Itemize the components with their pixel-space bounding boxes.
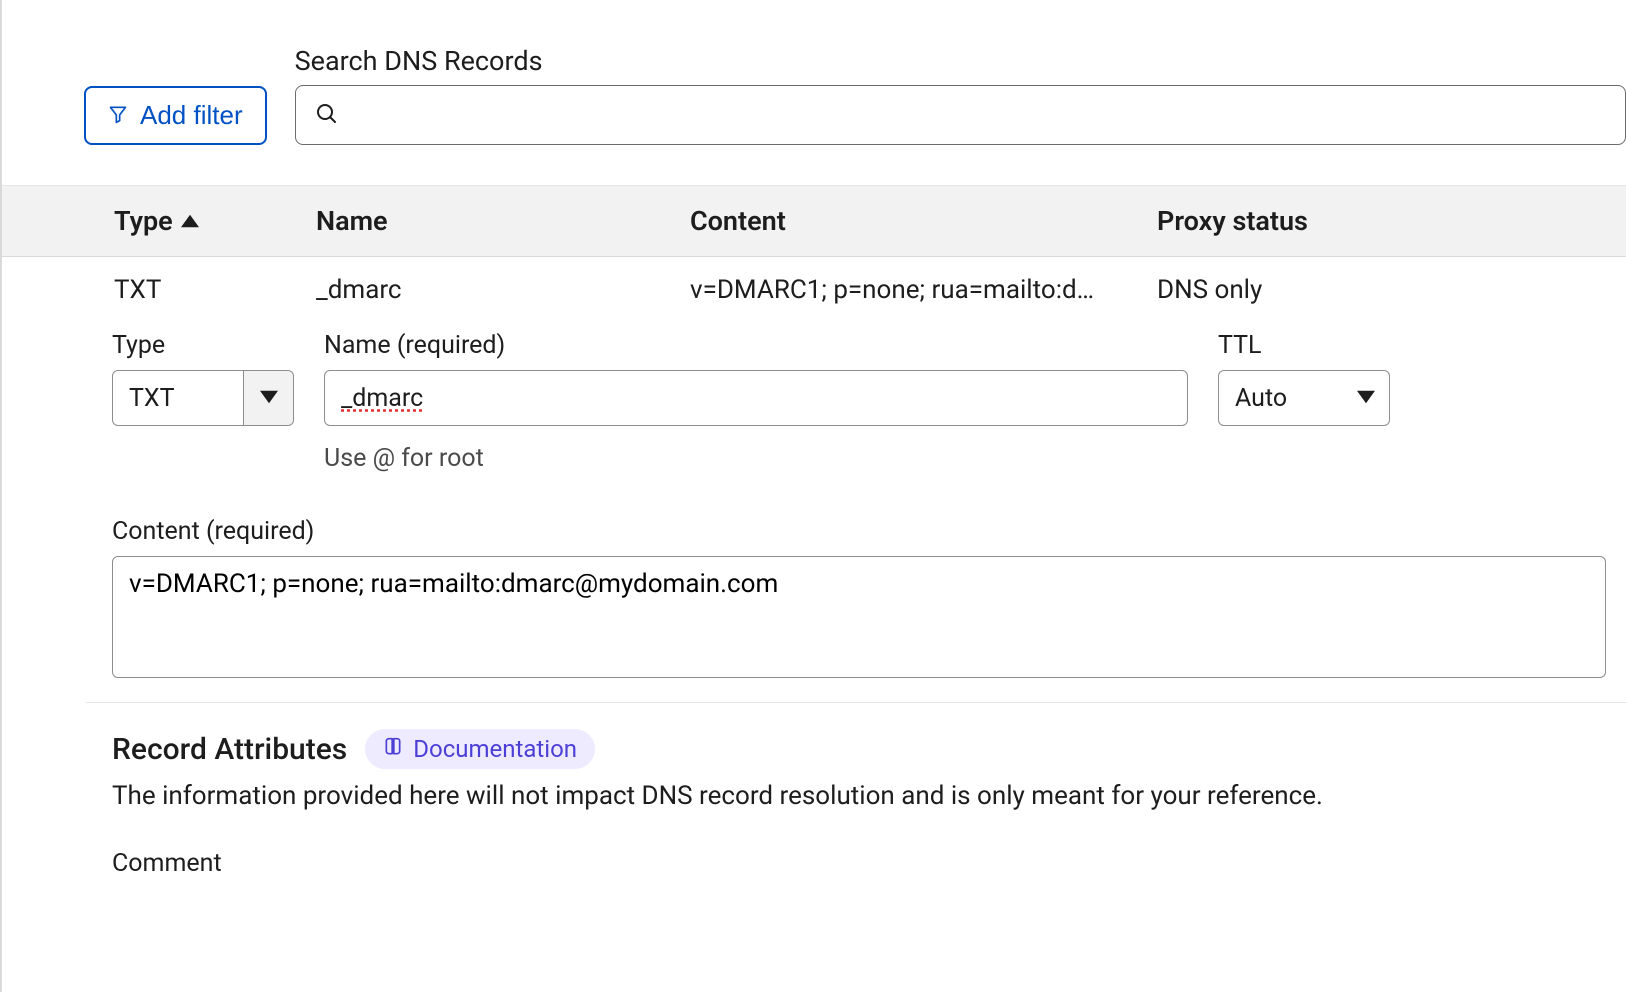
ttl-select-dropdown-button[interactable] xyxy=(1343,389,1389,408)
content-label: Content (required) xyxy=(112,517,1626,546)
add-filter-label: Add filter xyxy=(140,100,243,131)
column-header-proxy[interactable]: Proxy status xyxy=(1157,205,1427,237)
add-filter-button[interactable]: Add filter xyxy=(84,86,267,145)
filter-icon xyxy=(108,100,128,131)
table-header-row: Type Name Content Proxy status xyxy=(2,185,1626,257)
type-field-group: Type TXT xyxy=(112,331,294,473)
cell-proxy: DNS only xyxy=(1157,275,1427,305)
content-textarea[interactable] xyxy=(112,556,1606,678)
column-header-content[interactable]: Content xyxy=(690,205,1157,237)
attributes-heading-row: Record Attributes Documentation xyxy=(112,729,1626,769)
table-row[interactable]: TXT _dmarc v=DMARC1; p=none; rua=mailto:… xyxy=(2,257,1626,323)
documentation-link[interactable]: Documentation xyxy=(365,729,595,769)
editor-row-1: Type TXT Name (required) _dmarc Use @ fo… xyxy=(112,331,1626,473)
chevron-down-icon xyxy=(260,389,278,408)
type-label: Type xyxy=(112,331,294,360)
content-field-group: Content (required) xyxy=(112,517,1626,678)
ttl-select[interactable]: Auto xyxy=(1218,370,1390,426)
search-icon xyxy=(314,101,348,129)
type-select-dropdown-button[interactable] xyxy=(243,371,293,425)
name-hint: Use @ for root xyxy=(324,444,1188,473)
search-input[interactable] xyxy=(348,101,1607,129)
search-field-group: Search DNS Records xyxy=(295,45,1626,145)
ttl-field-group: TTL Auto xyxy=(1218,331,1390,473)
record-editor: Type TXT Name (required) _dmarc Use @ fo… xyxy=(2,323,1626,678)
type-select[interactable]: TXT xyxy=(112,370,294,426)
ttl-label: TTL xyxy=(1218,331,1390,360)
search-label: Search DNS Records xyxy=(295,45,1626,77)
record-attributes-section: Record Attributes Documentation The info… xyxy=(2,703,1626,878)
column-header-type[interactable]: Type xyxy=(114,205,316,237)
sort-asc-icon xyxy=(181,214,199,228)
comment-label: Comment xyxy=(112,849,1626,878)
name-label: Name (required) xyxy=(324,331,1188,360)
search-box[interactable] xyxy=(295,85,1626,145)
cell-type: TXT xyxy=(114,275,316,305)
column-header-type-label: Type xyxy=(114,205,173,237)
book-icon xyxy=(383,735,403,763)
cell-name: _dmarc xyxy=(316,275,690,305)
name-field-group: Name (required) _dmarc Use @ for root xyxy=(324,331,1188,473)
column-header-name[interactable]: Name xyxy=(316,205,690,237)
cell-content: v=DMARC1; p=none; rua=mailto:d… xyxy=(690,275,1157,305)
chevron-down-icon xyxy=(1357,389,1375,408)
ttl-select-value: Auto xyxy=(1219,384,1343,413)
attributes-description: The information provided here will not i… xyxy=(112,781,1626,811)
name-input[interactable]: _dmarc xyxy=(324,370,1188,426)
toolbar: Add filter Search DNS Records xyxy=(2,0,1626,145)
name-input-value: _dmarc xyxy=(341,384,423,413)
documentation-label: Documentation xyxy=(413,735,577,763)
attributes-title: Record Attributes xyxy=(112,732,347,767)
dns-records-panel: Add filter Search DNS Records Type Name … xyxy=(0,0,1626,992)
type-select-value: TXT xyxy=(113,384,243,413)
